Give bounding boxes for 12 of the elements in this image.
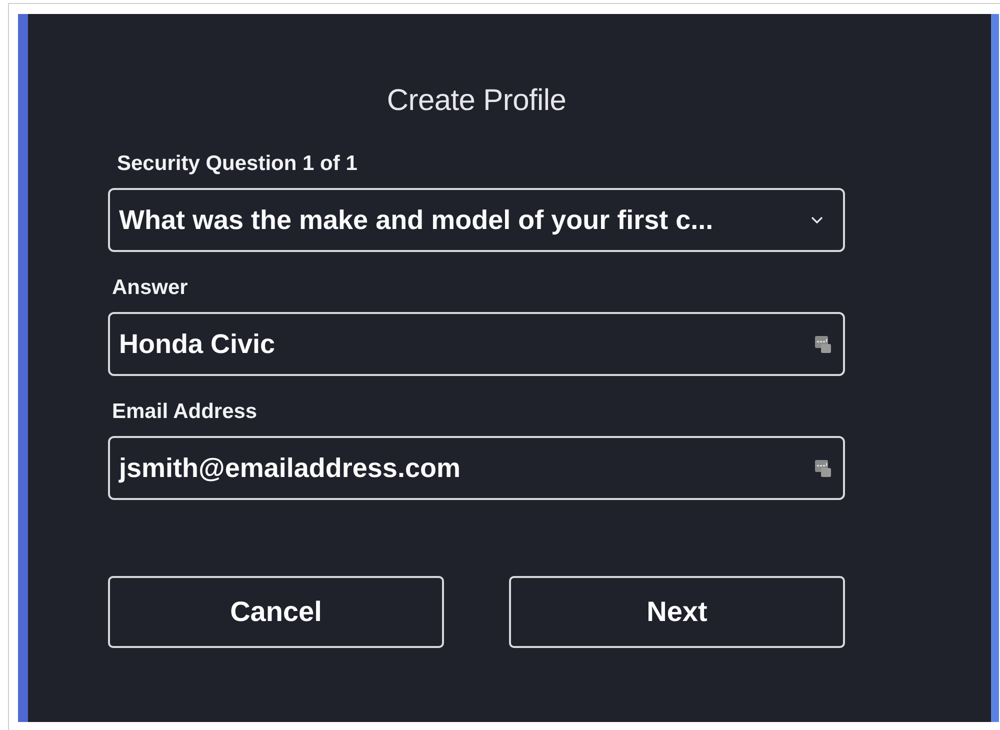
field-label: Security Question 1 of 1: [117, 152, 358, 176]
field-label: Answer: [112, 276, 189, 300]
field-label: Email Address: [112, 400, 258, 424]
input-field[interactable]: Honda Civic: [108, 312, 845, 376]
key-card-icon[interactable]: [815, 336, 831, 352]
dialog-title: Create Profile: [386, 84, 568, 118]
input-field[interactable]: jsmith@emailaddress.com: [108, 436, 845, 500]
question-dropdown[interactable]: What was the make and model of your first c...: [108, 188, 845, 252]
key-card-icon[interactable]: [815, 460, 831, 476]
dialog-button[interactable]: Next: [509, 576, 845, 648]
dialog-button[interactable]: Cancel: [108, 576, 444, 648]
chevron-down-icon[interactable]: [811, 216, 823, 224]
